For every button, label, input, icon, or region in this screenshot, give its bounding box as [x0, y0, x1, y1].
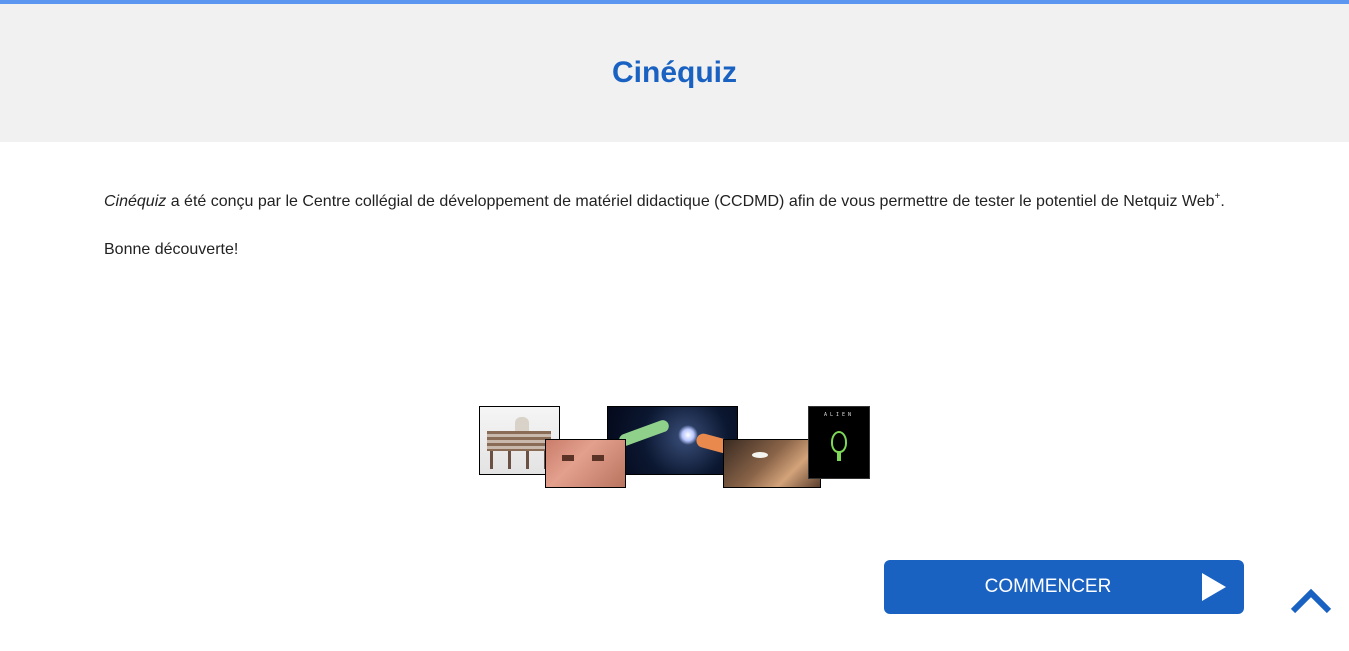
page-title: Cinéquiz [612, 56, 737, 89]
start-button-label: COMMENCER [984, 576, 1112, 597]
quiz-name: Cinéquiz [104, 193, 167, 210]
page-header: Cinéquiz [0, 4, 1349, 142]
intro-text-end: . [1220, 193, 1225, 210]
play-icon [1202, 573, 1226, 601]
movie-still-face [545, 439, 626, 488]
greeting-text: Bonne découverte! [104, 241, 239, 258]
intro-paragraph: Cinéquiz a été conçu par le Centre collé… [104, 190, 1244, 214]
movie-poster-alien: ALIEN [808, 406, 870, 479]
scroll-to-top-button[interactable] [1289, 586, 1333, 616]
movie-still-eye-closeup [723, 439, 821, 488]
movie-still-space-hands [607, 406, 738, 475]
movie-collage-image: ALIEN [479, 406, 871, 490]
intro-section: Cinéquiz a été conçu par le Centre collé… [104, 190, 1244, 262]
alien-poster-title: ALIEN [823, 412, 855, 418]
chevron-up-icon [1290, 588, 1332, 614]
start-button[interactable]: COMMENCER [884, 560, 1244, 614]
intro-text: a été conçu par le Centre collégial de d… [166, 193, 1215, 210]
